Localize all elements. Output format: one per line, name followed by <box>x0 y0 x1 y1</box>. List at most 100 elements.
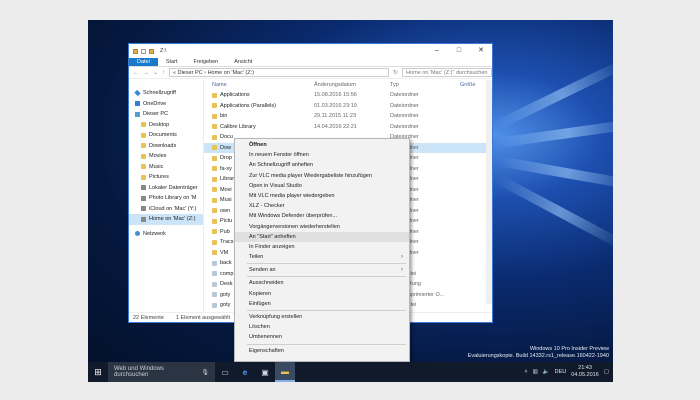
menu-item-label: Mit Windows Defender überprüfen... <box>249 213 338 220</box>
nav-item[interactable]: Desktop <box>129 120 203 131</box>
context-menu-item[interactable]: Teilen › <box>235 252 409 262</box>
maximize-button[interactable]: □ <box>448 44 470 58</box>
file-row[interactable]: Applications (Parallels) 01.03.2016 23:19… <box>204 101 492 112</box>
context-menu-item[interactable]: In Finder anzeigen <box>235 242 409 252</box>
chevron-up-icon[interactable]: ˄ <box>524 369 527 375</box>
item-count: 22 Elemente <box>133 314 164 321</box>
nav-item[interactable]: Music <box>129 162 203 173</box>
column-size[interactable]: Größe <box>460 82 476 88</box>
menu-item-label: Einfügen <box>249 300 271 307</box>
file-name: fa-sy <box>220 165 232 172</box>
file-name: goty <box>220 291 231 298</box>
folder-icon <box>212 92 217 98</box>
nav-item[interactable]: Movies <box>129 151 203 162</box>
nav-item[interactable]: iCloud on 'Mac' (Y:) <box>129 204 203 215</box>
taskbar-search-text: Web und Windows durchsuchen <box>114 366 164 378</box>
context-menu-item[interactable]: Kopieren <box>235 289 409 299</box>
store-icon[interactable]: ▣ <box>255 362 275 382</box>
vertical-scrollbar[interactable] <box>486 80 492 304</box>
volume-icon[interactable]: 🔈 <box>543 369 550 375</box>
address-path[interactable]: « Dieser PC › Home on 'Mac' (Z:) <box>169 68 390 77</box>
chevron-down-icon[interactable]: ⌄ <box>153 69 158 76</box>
file-name: Applications <box>220 92 250 99</box>
context-menu-item[interactable]: Senden an › <box>235 265 409 275</box>
context-menu-item[interactable]: Vorgängerversionen wiederherstellen <box>235 222 409 232</box>
nav-item[interactable]: OneDrive <box>129 99 203 110</box>
context-menu-item[interactable]: Löschen <box>235 322 409 332</box>
file-row[interactable]: bin 29.11.2015 11:23 Dateiordner <box>204 111 492 122</box>
context-menu-item[interactable]: An "Start" anheften <box>235 231 409 242</box>
nav-item[interactable]: Lokaler Datenträger <box>129 183 203 194</box>
input-language[interactable]: DEU <box>555 369 567 375</box>
column-header-row: Name Änderungsdatum Typ Größe <box>204 80 492 90</box>
context-menu-item[interactable]: Öffnen <box>235 140 409 150</box>
task-view-icon[interactable]: ▭ <box>215 362 235 382</box>
tab-ansicht[interactable]: Ansicht <box>226 58 260 66</box>
file-name-cell: Calibre Library <box>204 124 314 130</box>
menu-separator <box>247 310 406 311</box>
taskbar-search[interactable]: Web und Windows durchsuchen 🎙 <box>108 362 215 382</box>
new-folder-icon[interactable] <box>149 48 154 54</box>
file-icon <box>212 302 217 308</box>
watermark-line-2: Evaluierungskopie. Build 14332.rs1_relea… <box>467 353 609 359</box>
nav-item[interactable]: Schnellzugriff <box>129 88 203 99</box>
windows-start-icon[interactable]: ⊞ <box>88 362 108 382</box>
nav-item[interactable]: Downloads <box>129 141 203 152</box>
close-button[interactable]: ✕ <box>470 44 492 58</box>
minimize-button[interactable]: – <box>426 44 448 58</box>
context-menu-item[interactable]: XLZ - Checker <box>235 201 409 211</box>
notification-icon[interactable]: ▢ <box>604 369 609 375</box>
context-menu-item[interactable]: An Schnellzugriff anheften <box>235 160 409 170</box>
context-menu-item[interactable]: Mit VLC media player wiedergeben <box>235 191 409 201</box>
nav-item[interactable]: Documents <box>129 130 203 141</box>
context-menu-item[interactable]: Einfügen <box>235 299 409 309</box>
folder-icon <box>212 239 217 245</box>
menu-item-label: An Schnellzugriff anheften <box>249 162 314 169</box>
file-name: Desk <box>220 281 233 288</box>
column-date[interactable]: Änderungsdatum <box>314 82 390 88</box>
clock[interactable]: 21:43 04.05.2016 <box>571 365 599 379</box>
file-name: Musi <box>220 197 232 204</box>
up-arrow-icon[interactable]: ↑ <box>162 70 165 76</box>
nav-item[interactable]: Home on 'Mac' (Z:) <box>129 214 203 225</box>
column-name[interactable]: Name <box>204 82 314 88</box>
file-date: 01.03.2016 23:19 <box>314 102 357 109</box>
tab-freigeben[interactable]: Freigeben <box>185 58 226 66</box>
nav-item[interactable]: Pictures <box>129 172 203 183</box>
watermark-line-1: Windows 10 Pro Insider Preview <box>529 346 609 352</box>
nav-item[interactable]: Netzwerk <box>129 229 203 240</box>
network-tray-icon[interactable]: ▥ <box>533 369 538 375</box>
nav-item[interactable]: Dieser PC <box>129 109 203 120</box>
file-row[interactable]: Applications 15.08.2016 15:56 Dateiordner <box>204 90 492 101</box>
file-row[interactable]: Calibre Library 14.04.2016 22:21 Dateiordn… <box>204 122 492 133</box>
back-arrow-icon[interactable]: ← <box>133 70 139 76</box>
tab-start[interactable]: Start <box>158 58 186 66</box>
context-menu-item[interactable]: Eigenschaften <box>235 346 409 356</box>
microphone-icon[interactable]: 🎙 <box>201 369 209 376</box>
context-menu: Öffnen In neuem Fenster öffnen An Schnellz… <box>234 138 410 362</box>
menu-item-label: Teilen <box>249 254 264 261</box>
context-menu-item[interactable]: Umbenennen <box>235 332 409 342</box>
context-menu-item[interactable]: Ausschneiden <box>235 278 409 288</box>
file-date: 14.04.2016 22:21 <box>314 123 357 130</box>
context-menu-item[interactable]: Verknüpfung erstellen <box>235 312 409 322</box>
context-menu-item[interactable]: Zur VLC media player Wiedergabeliste hin… <box>235 171 409 181</box>
column-type[interactable]: Typ <box>390 82 460 88</box>
nav-item[interactable]: Photo Library on 'M <box>129 193 203 204</box>
file-explorer-taskbar-icon[interactable]: ▬ <box>275 362 295 382</box>
context-menu-item[interactable]: Mit Windows Defender überprüfen... <box>235 211 409 221</box>
system-tray: ˄ ▥ 🔈 DEU 21:43 04.05.2016 ▢ <box>524 365 613 379</box>
forward-arrow-icon[interactable]: → <box>143 70 149 76</box>
search-input[interactable]: Home on 'Mac' (Z:)" durchsuchen <box>402 68 493 77</box>
tab-datei[interactable]: Datei <box>129 58 158 66</box>
properties-icon[interactable] <box>141 48 146 54</box>
edge-browser-icon[interactable]: e <box>235 362 255 382</box>
file-name-cell: Applications (Parallels) <box>204 103 314 109</box>
selection-count: 1 Element ausgewählt <box>175 314 231 321</box>
refresh-icon[interactable]: ↻ <box>393 69 398 76</box>
context-menu-item[interactable]: In neuem Fenster öffnen <box>235 150 409 160</box>
context-menu-item[interactable]: Open in Visual Studio <box>235 181 409 191</box>
title-bar[interactable]: Z:\ – □ ✕ <box>129 44 492 58</box>
menu-item-label: Ausschneiden <box>249 280 284 287</box>
computer-icon <box>135 111 140 117</box>
